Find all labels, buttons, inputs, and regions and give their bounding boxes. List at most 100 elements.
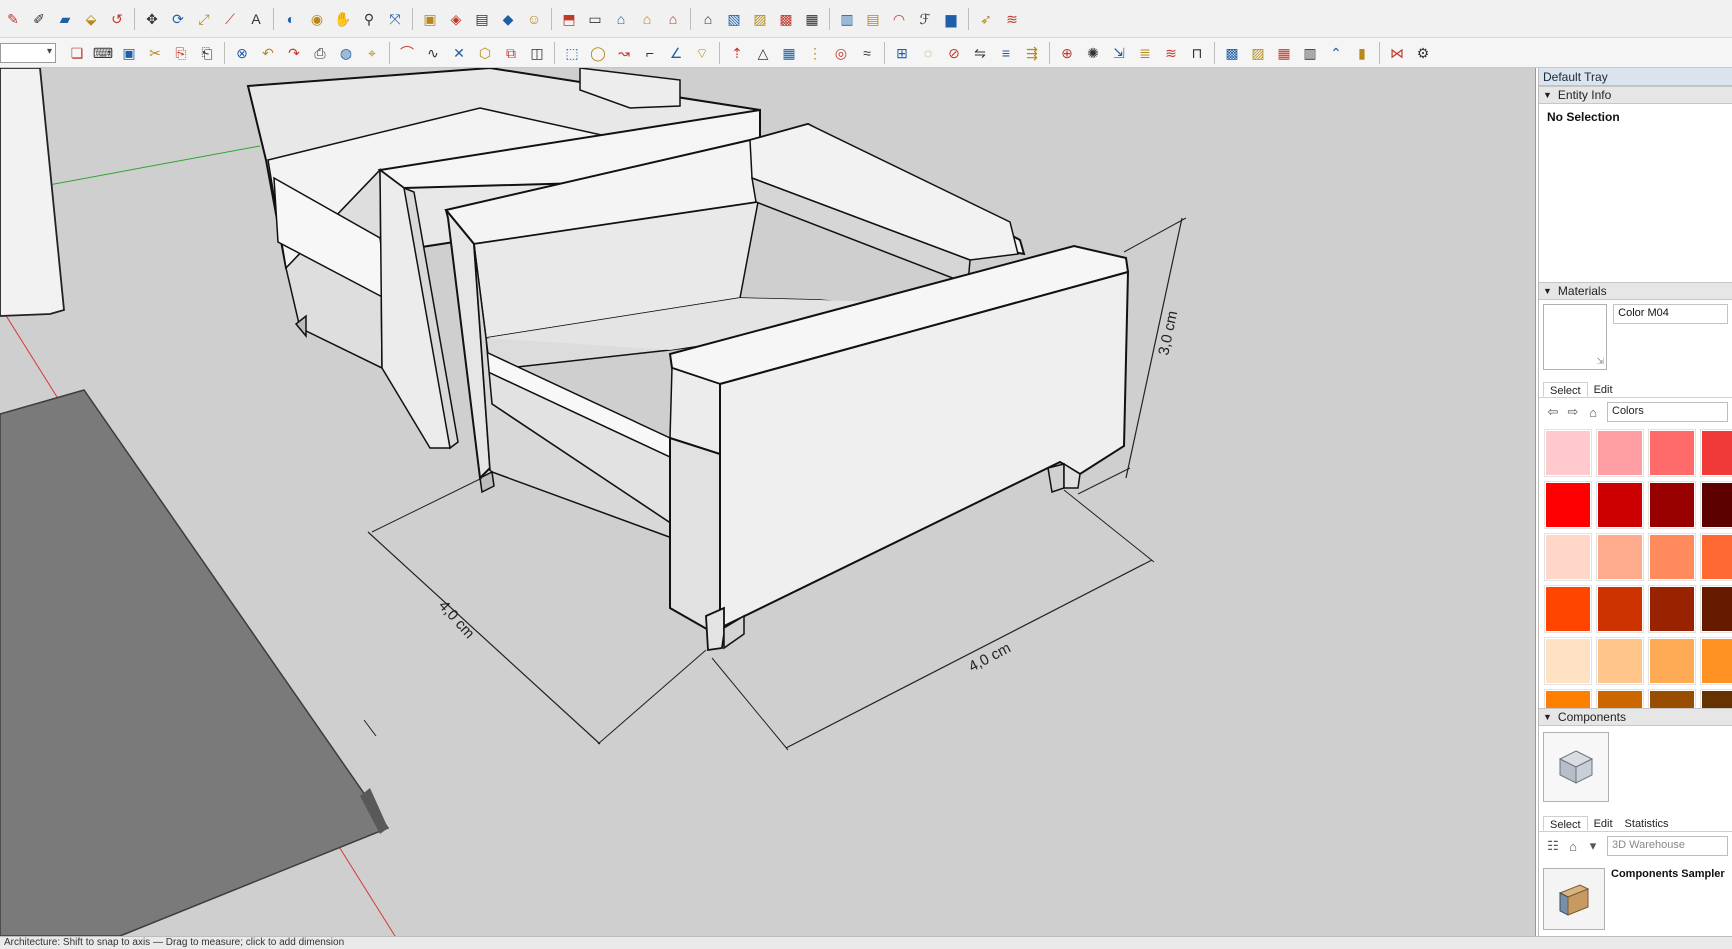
view-options-icon[interactable]: ☷ (1543, 838, 1563, 854)
hatch-icon[interactable]: ▨ (1247, 42, 1269, 64)
tab-components-statistics[interactable]: Statistics (1619, 816, 1675, 831)
material-swatch[interactable] (1701, 482, 1732, 528)
rotate-icon[interactable]: ⟳ (167, 8, 189, 30)
split-icon[interactable]: ⊘ (943, 42, 965, 64)
home-icon[interactable]: ⌂ (1583, 405, 1603, 420)
open-icon[interactable]: ⌨ (92, 42, 114, 64)
home-icon[interactable]: ⌂ (1563, 839, 1583, 854)
tab-materials-edit[interactable]: Edit (1588, 382, 1619, 397)
material-swatch[interactable] (1545, 586, 1591, 632)
material-swatch[interactable] (1597, 690, 1643, 708)
fillet-icon[interactable]: ⌔ (691, 42, 713, 64)
material-swatch[interactable] (1545, 430, 1591, 476)
extrude-icon[interactable]: ⇡ (726, 42, 748, 64)
loft-icon[interactable]: ≈ (856, 42, 878, 64)
texture-icon[interactable]: ▥ (1299, 42, 1321, 64)
tape-icon[interactable]: ⟋ (219, 8, 241, 30)
materials-header[interactable]: ▼ Materials (1539, 282, 1732, 300)
box-icon[interactable]: ⬚ (561, 42, 583, 64)
materials-library-select[interactable]: Colors (1607, 402, 1728, 422)
material-swatch[interactable] (1649, 430, 1695, 476)
material-swatch[interactable] (1597, 586, 1643, 632)
material-swatch[interactable] (1701, 638, 1732, 684)
floor-mat[interactable] (0, 389, 390, 936)
paint-icon[interactable]: ▰ (54, 8, 76, 30)
color-gradient-icon[interactable]: ▆ (940, 8, 962, 30)
model-viewport[interactable]: 3,0 cm 4,0 cm 4,0 cm (0, 68, 1536, 936)
angle-icon[interactable]: ∠ (665, 42, 687, 64)
arc-icon[interactable]: ⌒ (396, 42, 418, 64)
bend-icon[interactable]: ↝ (613, 42, 635, 64)
material-swatch[interactable] (1545, 482, 1591, 528)
pushpull-icon[interactable]: ⬙ (80, 8, 102, 30)
textured-icon[interactable]: ▥ (836, 8, 858, 30)
monochrome-icon[interactable]: ▤ (862, 8, 884, 30)
entity-info-header[interactable]: ▼ Entity Info (1539, 86, 1732, 104)
material-preview[interactable]: ⇲ (1543, 304, 1608, 370)
components-sampler-item[interactable]: Components Sampler (1539, 860, 1732, 936)
corner-icon[interactable]: ⌐ (639, 42, 661, 64)
sphere-icon[interactable]: ◯ (587, 42, 609, 64)
material-swatch[interactable] (1597, 534, 1643, 580)
polygon-icon[interactable]: ⬡ (474, 42, 496, 64)
components-search-field[interactable]: 3D Warehouse (1607, 836, 1728, 856)
material-swatch[interactable] (1649, 638, 1695, 684)
grid-icon[interactable]: ▦ (778, 42, 800, 64)
skin-icon[interactable]: ⊞ (891, 42, 913, 64)
zoom-icon[interactable]: ⚲ (358, 8, 380, 30)
array-icon[interactable]: ⋮ (804, 42, 826, 64)
model-info-icon[interactable]: ▤ (471, 8, 493, 30)
tile-icon[interactable]: ▦ (1273, 42, 1295, 64)
style-icon[interactable]: ℱ (914, 8, 936, 30)
zoom-extents-icon[interactable]: ⤧ (384, 8, 406, 30)
distribute-icon[interactable]: ⇶ (1021, 42, 1043, 64)
back-arrow-icon[interactable]: ⇦ (1543, 404, 1563, 420)
knife-icon[interactable]: ✕ (448, 42, 470, 64)
material-swatch[interactable] (1701, 690, 1732, 708)
explode-icon[interactable]: ✺ (1082, 42, 1104, 64)
section-icon[interactable]: ◠ (888, 8, 910, 30)
stairs-icon[interactable]: ≋ (1001, 8, 1023, 30)
pattern-icon[interactable]: ▩ (1221, 42, 1243, 64)
redo-icon[interactable]: ↷ (283, 42, 305, 64)
forward-arrow-icon[interactable]: ⇨ (1563, 404, 1583, 420)
material-swatch[interactable] (1597, 482, 1643, 528)
left-object[interactable] (0, 68, 65, 317)
material-swatch[interactable] (1545, 690, 1591, 708)
delete-icon[interactable]: ⊗ (231, 42, 253, 64)
followme-icon[interactable]: ↺ (106, 8, 128, 30)
material-swatch[interactable] (1545, 638, 1591, 684)
material-swatch[interactable] (1649, 482, 1695, 528)
railing-icon[interactable]: ⊓ (1186, 42, 1208, 64)
align-icon[interactable]: ≡ (995, 42, 1017, 64)
front-view-icon[interactable]: ⌂ (610, 8, 632, 30)
undo-icon[interactable]: ↶ (257, 42, 279, 64)
cut-icon[interactable]: ✂ (144, 42, 166, 64)
cursor-icon[interactable]: ➶ (975, 8, 997, 30)
material-swatch[interactable] (1545, 534, 1591, 580)
ruby-icon[interactable]: ◆ (497, 8, 519, 30)
tab-materials-select[interactable]: Select (1543, 382, 1588, 397)
lathe-icon[interactable]: ◎ (830, 42, 852, 64)
new-icon[interactable]: ❏ (66, 42, 88, 64)
text-icon[interactable]: A (245, 8, 267, 30)
warehouse-icon[interactable]: ▣ (419, 8, 441, 30)
right-view-icon[interactable]: ⌂ (636, 8, 658, 30)
material-swatch[interactable] (1649, 586, 1695, 632)
front-armchair[interactable] (444, 122, 1130, 652)
tab-components-select[interactable]: Select (1543, 816, 1588, 831)
sandbox-icon[interactable]: ◫ (526, 42, 548, 64)
scale-icon[interactable]: ⤢ (193, 8, 215, 30)
material-name-field[interactable]: Color M04 (1613, 304, 1728, 324)
save-icon[interactable]: ▣ (118, 42, 140, 64)
material-swatch[interactable] (1597, 430, 1643, 476)
project-icon[interactable]: ⇲ (1108, 42, 1130, 64)
curve-icon[interactable]: ∿ (422, 42, 444, 64)
roof-icon[interactable]: ⌃ (1325, 42, 1347, 64)
settings-icon[interactable]: ⚙ (1412, 42, 1434, 64)
wall-icon[interactable]: ▮ (1351, 42, 1373, 64)
iso-view-icon[interactable]: ⬒ (558, 8, 580, 30)
line-icon[interactable]: ✐ (28, 8, 50, 30)
extension-icon[interactable]: ◈ (445, 8, 467, 30)
tab-components-edit[interactable]: Edit (1588, 816, 1619, 831)
